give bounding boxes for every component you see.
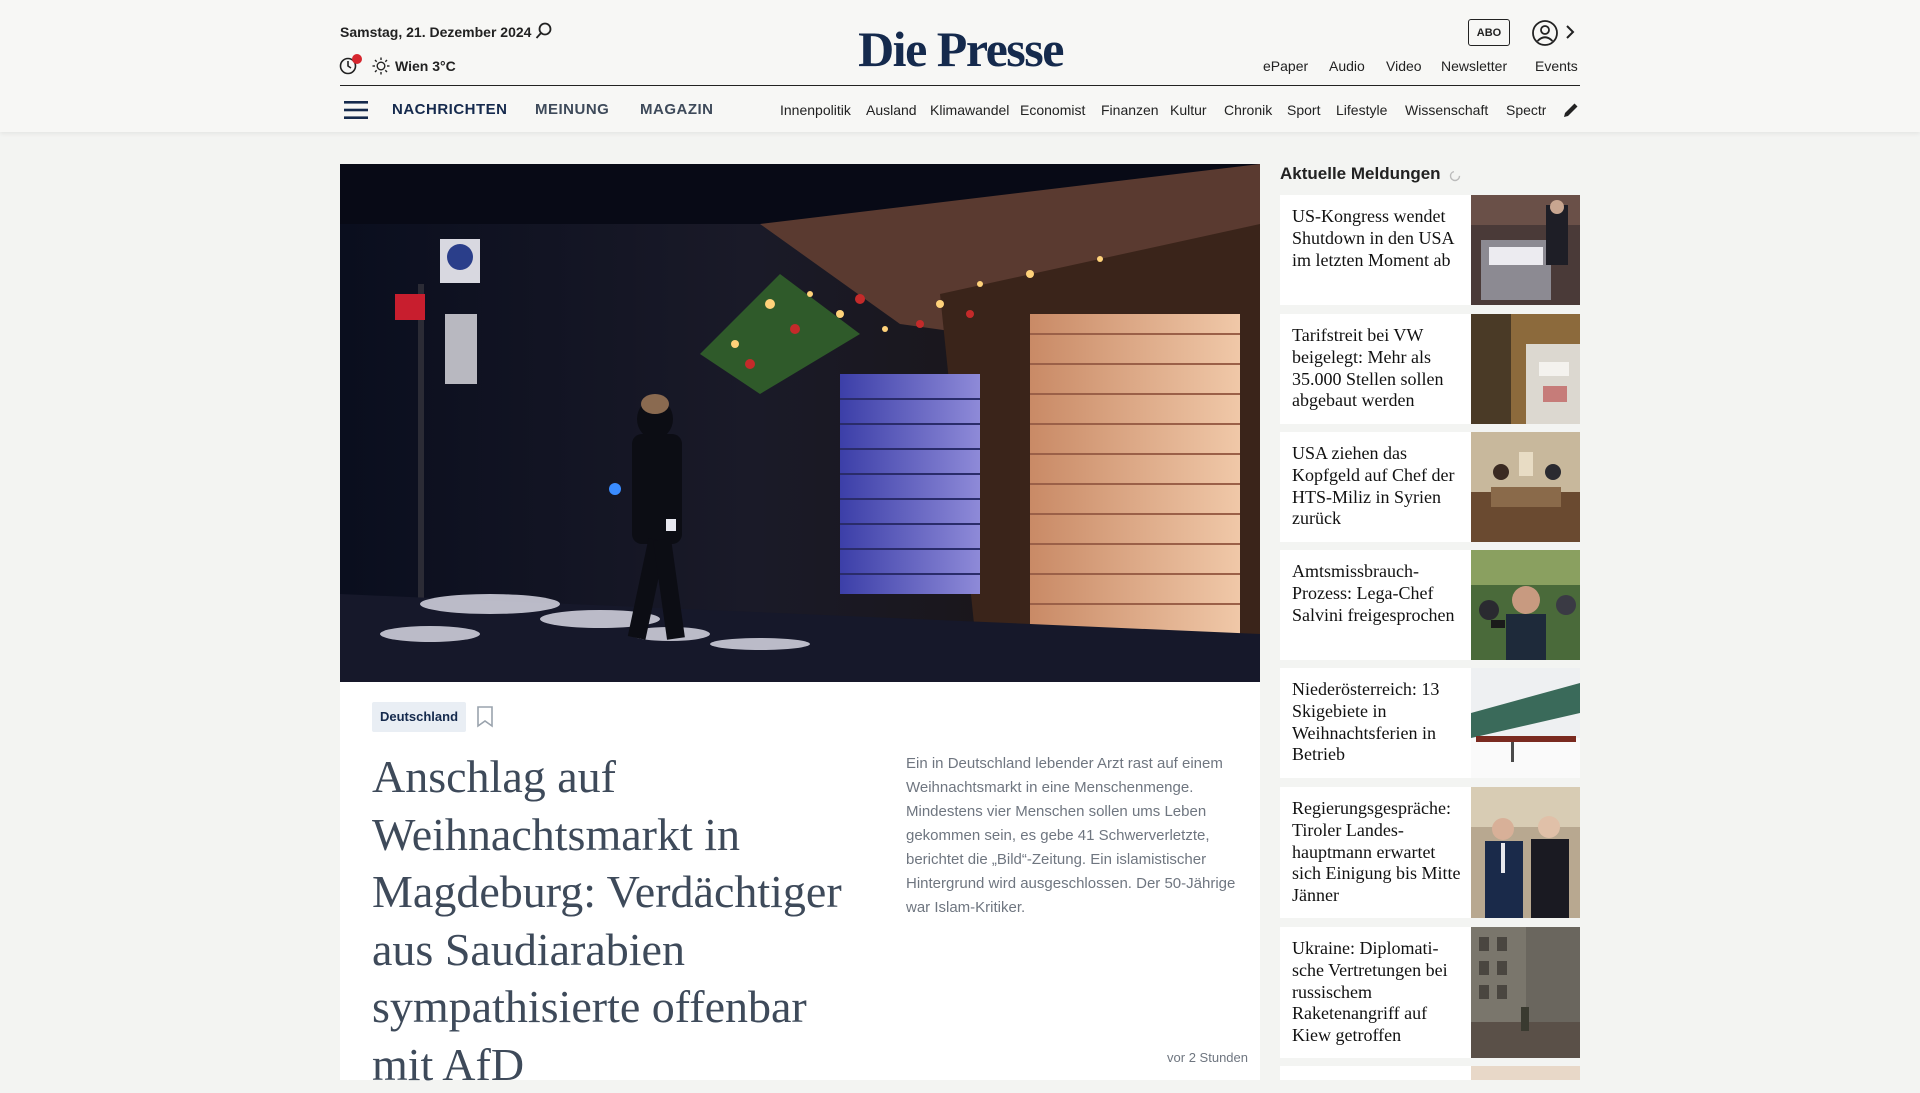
news-item[interactable]: Niederösterreich: 13 Skigebiete in Weihn… xyxy=(1280,668,1580,778)
current-date: Samstag, 21. Dezember 2024 xyxy=(340,24,532,40)
news-thumbnail[interactable] xyxy=(1471,550,1580,660)
kyiv-photo xyxy=(1471,927,1580,1058)
news-thumbnail[interactable] xyxy=(1471,787,1580,918)
subnav-ausland[interactable]: Ausland xyxy=(866,102,917,118)
nav-meinung[interactable]: MEINUNG xyxy=(535,101,609,118)
subnav-chronik[interactable]: Chronik xyxy=(1224,102,1272,118)
user-account-icon[interactable] xyxy=(1531,19,1559,47)
sidebar-title: Aktuelle Meldungen xyxy=(1280,164,1441,183)
news-item[interactable]: US-Kongress wendet Shutdown in den USA i… xyxy=(1280,195,1580,305)
news-item-title[interactable]: Niederösterreich: 13 Skigebiete in Weihn… xyxy=(1292,679,1462,766)
news-thumbnail[interactable] xyxy=(1471,668,1580,778)
toplink-epaper[interactable]: ePaper xyxy=(1263,58,1308,74)
bookmark-icon[interactable] xyxy=(476,706,494,728)
abo-button[interactable]: ABO xyxy=(1468,19,1510,46)
header-divider xyxy=(340,85,1580,86)
salvini-photo xyxy=(1471,550,1580,660)
subnav-klimawandel[interactable]: Klimawandel xyxy=(930,102,1009,118)
feature-article-card[interactable]: Deutschland Anschlag auf Weihnachtsmarkt… xyxy=(340,682,1260,1090)
news-item[interactable]: USA ziehen das Kopfgeld auf Chef der HTS… xyxy=(1280,432,1580,542)
news-item-title[interactable]: Tarifstreit bei VW beigelegt: Mehr als 3… xyxy=(1292,325,1462,412)
subnav-bar: Innenpolitik Ausland Klimawandel Economi… xyxy=(778,95,1546,121)
news-item-title[interactable]: Amtsmissbrauch-Prozess: Lega-Chef Salvin… xyxy=(1292,561,1462,626)
feature-photo[interactable] xyxy=(340,164,1260,682)
christmas-market-photo xyxy=(340,164,1260,682)
subnav-spectrum[interactable]: Spectrum xyxy=(1506,102,1546,118)
sun-icon xyxy=(372,57,390,75)
toplink-newsletter[interactable]: Newsletter xyxy=(1441,58,1507,74)
site-header: Samstag, 21. Dezember 2024 Wien 3°C Die … xyxy=(0,0,1920,132)
feature-headline[interactable]: Anschlag auf Weihnachtsmarkt in Magdebur… xyxy=(372,748,872,1093)
news-item[interactable]: Regierungsgesprä­che: Tiroler Landes­hau… xyxy=(1280,787,1580,918)
chevron-right-icon[interactable] xyxy=(1563,23,1577,41)
congress-photo xyxy=(1471,195,1580,305)
feature-timestamp: vor 2 Stunden xyxy=(1167,1050,1248,1065)
notification-dot xyxy=(352,54,362,64)
subnav-lifestyle[interactable]: Lifestyle xyxy=(1336,102,1387,118)
category-tag[interactable]: Deutschland xyxy=(372,702,467,732)
news-thumbnail[interactable] xyxy=(1471,1066,1580,1080)
news-item-title[interactable]: US-Kongress wendet Shutdown in den USA i… xyxy=(1292,206,1462,271)
site-logo[interactable]: Die Presse xyxy=(858,20,1064,78)
nav-magazin[interactable]: MAGAZIN xyxy=(640,101,714,118)
syria-meeting-photo xyxy=(1471,432,1580,542)
toplink-events[interactable]: Events xyxy=(1535,58,1578,74)
news-item[interactable]: Amtsmissbrauch-Prozess: Lega-Chef Salvin… xyxy=(1280,550,1580,660)
subnav-finanzen[interactable]: Finanzen xyxy=(1101,102,1159,118)
subnav-kultur[interactable]: Kultur xyxy=(1170,102,1207,118)
feature-teaser: Ein in Deutschland lebender Arzt rast au… xyxy=(906,755,1236,916)
refresh-icon xyxy=(1449,170,1461,182)
weather-readout[interactable]: Wien 3°C xyxy=(395,58,456,74)
news-thumbnail[interactable] xyxy=(1471,927,1580,1058)
subnav-economist[interactable]: Economist xyxy=(1020,102,1085,118)
news-item[interactable]: Ukraine: Diplomati­sche Vertretungen bei… xyxy=(1280,927,1580,1058)
tyrol-governor-photo xyxy=(1471,787,1580,918)
news-item-title[interactable]: Regierungsgesprä­che: Tiroler Landes­hau… xyxy=(1292,798,1462,907)
vw-photo xyxy=(1471,314,1580,424)
subnav-wissenschaft[interactable]: Wissenschaft xyxy=(1405,102,1488,118)
news-thumbnail[interactable] xyxy=(1471,314,1580,424)
pencil-icon[interactable] xyxy=(1562,101,1580,119)
news-thumbnail[interactable] xyxy=(1471,432,1580,542)
ski-lift-photo xyxy=(1471,668,1580,778)
toplink-video[interactable]: Video xyxy=(1386,58,1422,74)
news-item[interactable] xyxy=(1280,1066,1580,1080)
news-item-title[interactable]: USA ziehen das Kopfgeld auf Chef der HTS… xyxy=(1292,443,1462,530)
news-thumbnail[interactable] xyxy=(1471,195,1580,305)
subnav-sport[interactable]: Sport xyxy=(1287,102,1320,118)
search-icon[interactable] xyxy=(535,22,553,40)
news-item-title[interactable]: Ukraine: Diplomati­sche Vertretungen bei… xyxy=(1292,938,1462,1047)
hamburger-menu-icon[interactable] xyxy=(344,100,368,120)
subnav-innenpolitik[interactable]: Innenpolitik xyxy=(780,102,851,118)
news-item[interactable]: Tarifstreit bei VW beigelegt: Mehr als 3… xyxy=(1280,314,1580,424)
nav-nachrichten[interactable]: NACHRICHTEN xyxy=(392,101,508,118)
toplink-audio[interactable]: Audio xyxy=(1329,58,1365,74)
